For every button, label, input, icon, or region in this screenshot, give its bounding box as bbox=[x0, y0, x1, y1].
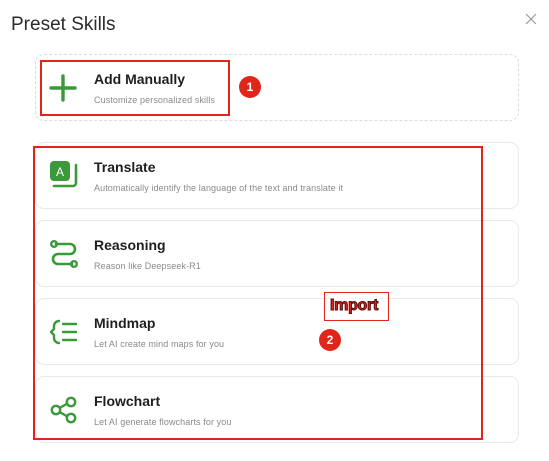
highlight-box-add bbox=[40, 60, 230, 116]
highlight-box-skills bbox=[33, 146, 483, 440]
import-annotation: Import bbox=[324, 292, 389, 321]
close-icon[interactable] bbox=[524, 12, 538, 26]
step-marker-1: 1 bbox=[239, 76, 261, 98]
step-marker-2: 2 bbox=[319, 329, 341, 351]
page-title: Preset Skills bbox=[11, 14, 116, 35]
import-label: Import bbox=[330, 297, 379, 315]
